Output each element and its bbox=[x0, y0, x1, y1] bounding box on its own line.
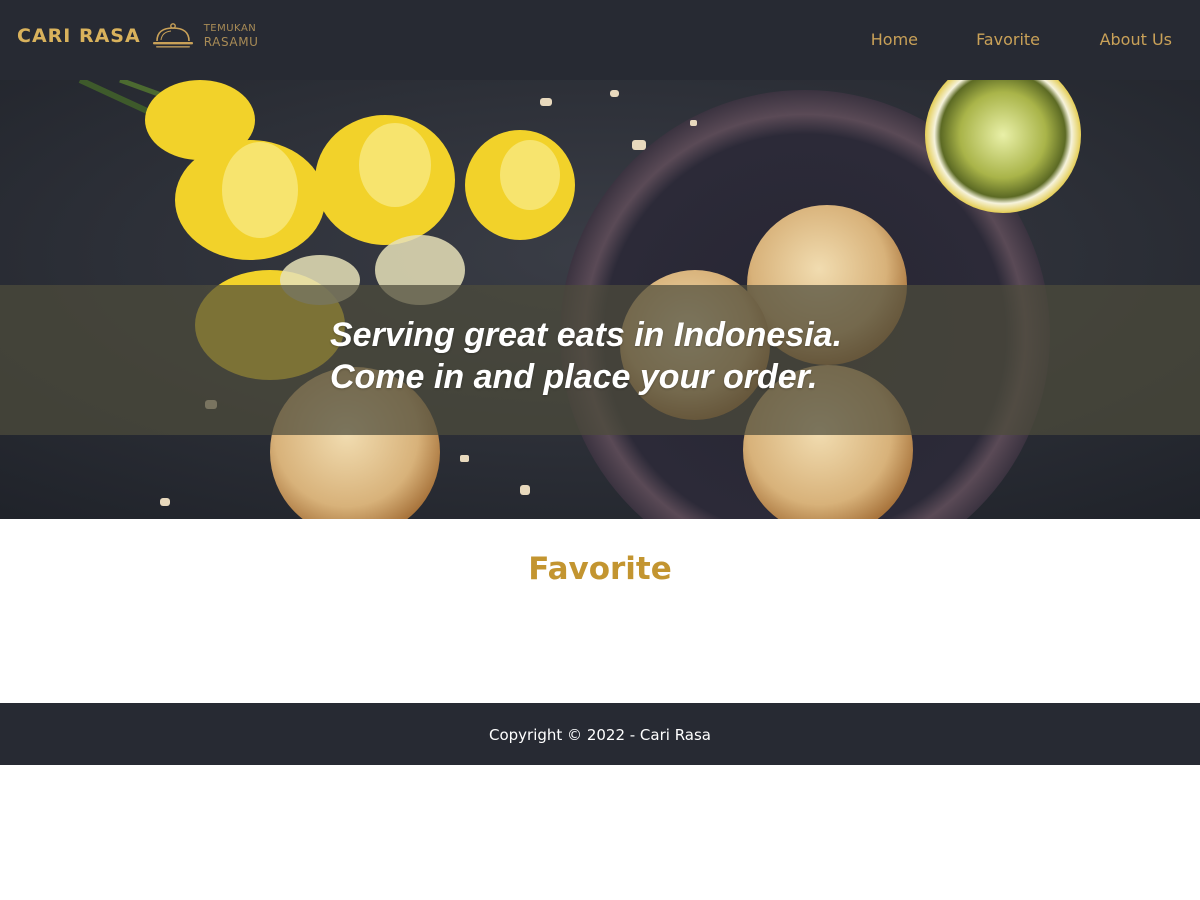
tagline-line2: RASAMU bbox=[203, 34, 259, 49]
hero-line-2: Come in and place your order. bbox=[330, 358, 818, 396]
tagline-line1: TEMUKAN bbox=[203, 22, 257, 34]
nav-favorite[interactable]: Favorite bbox=[976, 30, 1040, 50]
nav-about-us[interactable]: About Us bbox=[1100, 30, 1172, 50]
hero-banner: Serving great eats in Indonesia. Come in… bbox=[0, 80, 1200, 519]
site-header: CARI RASA TEMUKAN RASAMU Home Favorite A… bbox=[0, 0, 1200, 80]
copyright-text: Copyright © 2022 - Cari Rasa bbox=[488, 726, 711, 744]
site-footer: Copyright © 2022 - Cari Rasa bbox=[0, 703, 1200, 765]
brand-name: CARI RASA bbox=[17, 24, 141, 47]
cloche-icon bbox=[152, 23, 193, 48]
hero-heading: Serving great eats in Indonesia. Come in… bbox=[330, 314, 930, 398]
nav-home[interactable]: Home bbox=[871, 30, 918, 50]
hero-line-1: Serving great eats in Indonesia. bbox=[330, 316, 843, 354]
section-title: Favorite bbox=[528, 551, 672, 587]
brand-logo[interactable]: CARI RASA TEMUKAN RASAMU bbox=[17, 19, 259, 53]
tagline: TEMUKAN RASAMU bbox=[204, 23, 259, 50]
favorite-section: Favorite bbox=[0, 519, 1200, 703]
